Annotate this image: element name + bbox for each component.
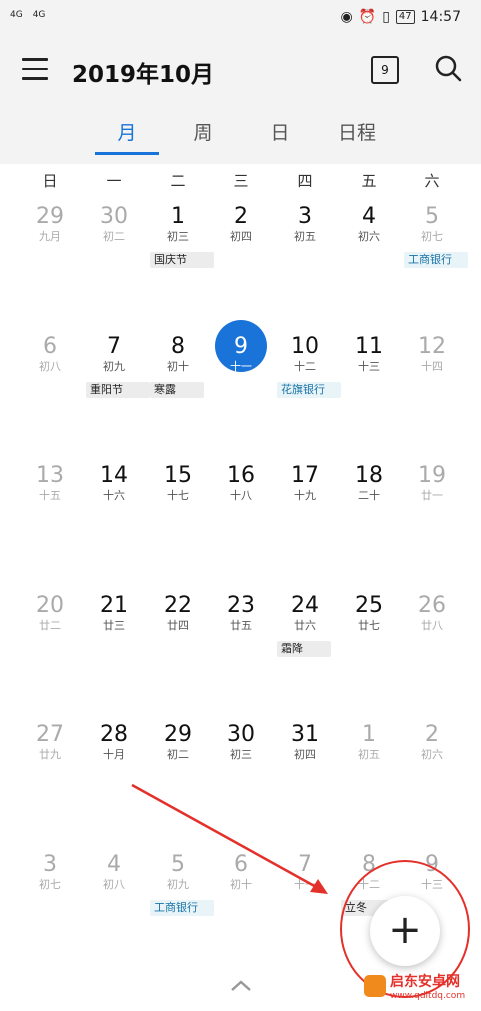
watermark-logo-icon <box>364 975 386 997</box>
add-event-button[interactable]: + <box>370 896 440 966</box>
watermark-url: www.qdltdq.com <box>390 991 466 1001</box>
watermark: 启东安卓网 www.qdltdq.com <box>364 971 465 1001</box>
watermark-name: 启东安卓网 <box>390 974 460 990</box>
